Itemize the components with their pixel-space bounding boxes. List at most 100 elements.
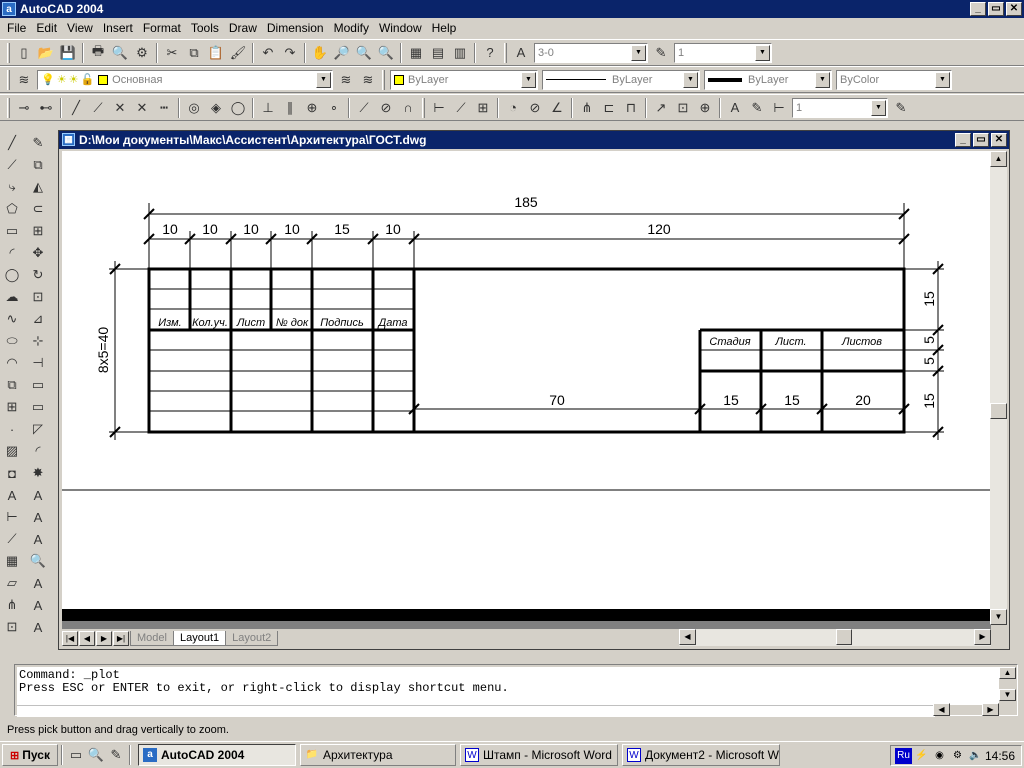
task-folder[interactable]: 📁 Архитектура	[300, 744, 456, 766]
quick-dim-icon[interactable]: ⋔	[1, 594, 23, 616]
multiline-text-icon[interactable]: A	[1, 484, 23, 506]
trim-icon[interactable]: ⊹	[27, 330, 49, 352]
dim-text-edit-icon[interactable]: ✎	[746, 97, 768, 119]
design-center-icon[interactable]: ▤	[427, 42, 449, 64]
circle-icon[interactable]: ◯	[1, 264, 23, 286]
snap-perpendicular-icon[interactable]: ⊥	[257, 97, 279, 119]
drawing-canvas[interactable]: 185 10 10 10 10 15 10 120 8x5=40 15 5 5 …	[62, 151, 990, 609]
snap-tangent-icon[interactable]: ◯	[227, 97, 249, 119]
chevron-down-icon[interactable]: ▼	[521, 71, 536, 88]
undo-icon[interactable]: ↶	[257, 42, 279, 64]
inquiry-icon[interactable]: ⊡	[1, 616, 23, 638]
dim-aligned-icon[interactable]: ⟋	[450, 97, 472, 119]
quick-dim-icon[interactable]: ⋔	[576, 97, 598, 119]
stretch-icon[interactable]: ⊿	[27, 308, 49, 330]
polygon-icon[interactable]: ⬠	[1, 198, 23, 220]
explode-icon[interactable]: ✸	[27, 462, 49, 484]
prev-tab-button[interactable]: ◀	[79, 630, 95, 646]
menu-edit[interactable]: Edit	[31, 21, 62, 35]
construction-line-icon[interactable]: ⟋	[1, 154, 23, 176]
snap-quadrant-icon[interactable]: ◈	[205, 97, 227, 119]
area-icon[interactable]: ▱	[1, 572, 23, 594]
menu-draw[interactable]: Draw	[224, 21, 262, 35]
snap-none-icon[interactable]: ⊘	[375, 97, 397, 119]
scroll-up-button[interactable]: ▲	[990, 151, 1007, 167]
tray-icon[interactable]: ⚙	[949, 748, 966, 764]
snap-endpoint-icon[interactable]: ╱	[65, 97, 87, 119]
dim-edit-icon[interactable]: A	[724, 97, 746, 119]
ellipse-icon[interactable]: ⬭	[1, 330, 23, 352]
snap-nearest-icon[interactable]: ⟋	[353, 97, 375, 119]
language-indicator[interactable]: Ru	[895, 747, 912, 764]
scroll-left-button[interactable]: ◀	[933, 703, 950, 716]
dimstyle-combo[interactable]: 1 ▼	[792, 97, 888, 118]
menu-window[interactable]: Window	[374, 21, 427, 35]
drawing-icon[interactable]: ▦	[62, 133, 75, 146]
mtext-icon[interactable]: A	[27, 506, 49, 528]
make-layer-current-icon[interactable]: ≋	[335, 69, 357, 91]
pan-icon[interactable]: ✋	[309, 42, 331, 64]
mirror-icon[interactable]: ◭	[27, 176, 49, 198]
snap-from-icon[interactable]: ⊷	[35, 97, 57, 119]
scroll-down-button[interactable]: ▼	[999, 689, 1016, 701]
copy-icon[interactable]: ⧉	[183, 42, 205, 64]
horizontal-scrollbar[interactable]: ◀ ▶	[679, 629, 991, 646]
toolbar-grip[interactable]	[504, 42, 507, 63]
snap-parallel-icon[interactable]: ∥	[279, 97, 301, 119]
snap-node-icon[interactable]: ∘	[323, 97, 345, 119]
snap-intersection-icon[interactable]: ✕	[109, 97, 131, 119]
ellipse-arc-icon[interactable]: ◠	[1, 352, 23, 374]
lineweight-combo[interactable]: ByLayer ▼	[704, 69, 832, 90]
tolerance-icon[interactable]: ⊡	[672, 97, 694, 119]
scale-icon[interactable]: ⊡	[27, 286, 49, 308]
polyline-icon[interactable]: ⤷	[1, 176, 23, 198]
minimize-button[interactable]: _	[955, 133, 971, 147]
chevron-down-icon[interactable]: ▼	[683, 71, 698, 88]
chevron-down-icon[interactable]: ▼	[755, 44, 770, 61]
text-style-icon[interactable]: A	[510, 42, 532, 64]
task-word-1[interactable]: W Штамп - Microsoft Word	[460, 744, 618, 766]
open-icon[interactable]: 📂	[35, 42, 57, 64]
match-properties-icon[interactable]: 🖌	[227, 42, 249, 64]
scroll-thumb[interactable]	[990, 403, 1007, 419]
tool-palettes-icon[interactable]: ▥	[449, 42, 471, 64]
show-desktop-icon[interactable]: ▭	[66, 744, 86, 766]
make-block-icon[interactable]: ⊞	[1, 396, 23, 418]
paste-icon[interactable]: 📋	[205, 42, 227, 64]
center-mark-icon[interactable]: ⊕	[694, 97, 716, 119]
command-scrollbar[interactable]: ▲ ▼	[999, 667, 1016, 703]
point-icon[interactable]: ·	[1, 418, 23, 440]
text-icon[interactable]: A	[27, 484, 49, 506]
array-icon[interactable]: ⊞	[27, 220, 49, 242]
menu-insert[interactable]: Insert	[98, 21, 138, 35]
chevron-down-icon[interactable]: ▼	[815, 71, 830, 88]
minimize-button[interactable]: _	[970, 2, 986, 16]
snap-center-icon[interactable]: ◎	[183, 97, 205, 119]
hatch-icon[interactable]: ▨	[1, 440, 23, 462]
find-icon[interactable]: 🔍	[27, 550, 49, 572]
quick-leader-icon[interactable]: ↗	[650, 97, 672, 119]
command-input[interactable]	[17, 705, 935, 717]
tray-icon[interactable]: ◉	[931, 748, 948, 764]
cut-icon[interactable]: ✂	[161, 42, 183, 64]
toolbar-grip[interactable]	[7, 97, 10, 118]
toolbar-grip[interactable]	[382, 69, 385, 90]
command-hscroll[interactable]: ◀ ▶	[933, 703, 999, 716]
spline-icon[interactable]: ∿	[1, 308, 23, 330]
dimension-style-icon[interactable]: ✎	[890, 97, 912, 119]
arc-icon[interactable]: ◜	[1, 242, 23, 264]
tab-layout1[interactable]: Layout1	[172, 630, 227, 646]
print-preview-icon[interactable]: 🔍	[109, 42, 131, 64]
maximize-button[interactable]: ▭	[973, 133, 989, 147]
table-icon[interactable]: ▦	[1, 550, 23, 572]
snap-insert-icon[interactable]: ⊕	[301, 97, 323, 119]
menu-format[interactable]: Format	[138, 21, 186, 35]
dim-radius-icon[interactable]: ◔	[502, 97, 524, 119]
scroll-up-button[interactable]: ▲	[999, 667, 1016, 679]
erase-icon[interactable]: ✎	[27, 132, 49, 154]
dim-aligned-icon[interactable]: ⟋	[1, 528, 23, 550]
osnap-settings-icon[interactable]: ∩	[397, 97, 419, 119]
edit-text-icon[interactable]: A	[27, 528, 49, 550]
scroll-right-button[interactable]: ▶	[974, 629, 991, 645]
scale-combo[interactable]: 1 ▼	[674, 42, 772, 63]
